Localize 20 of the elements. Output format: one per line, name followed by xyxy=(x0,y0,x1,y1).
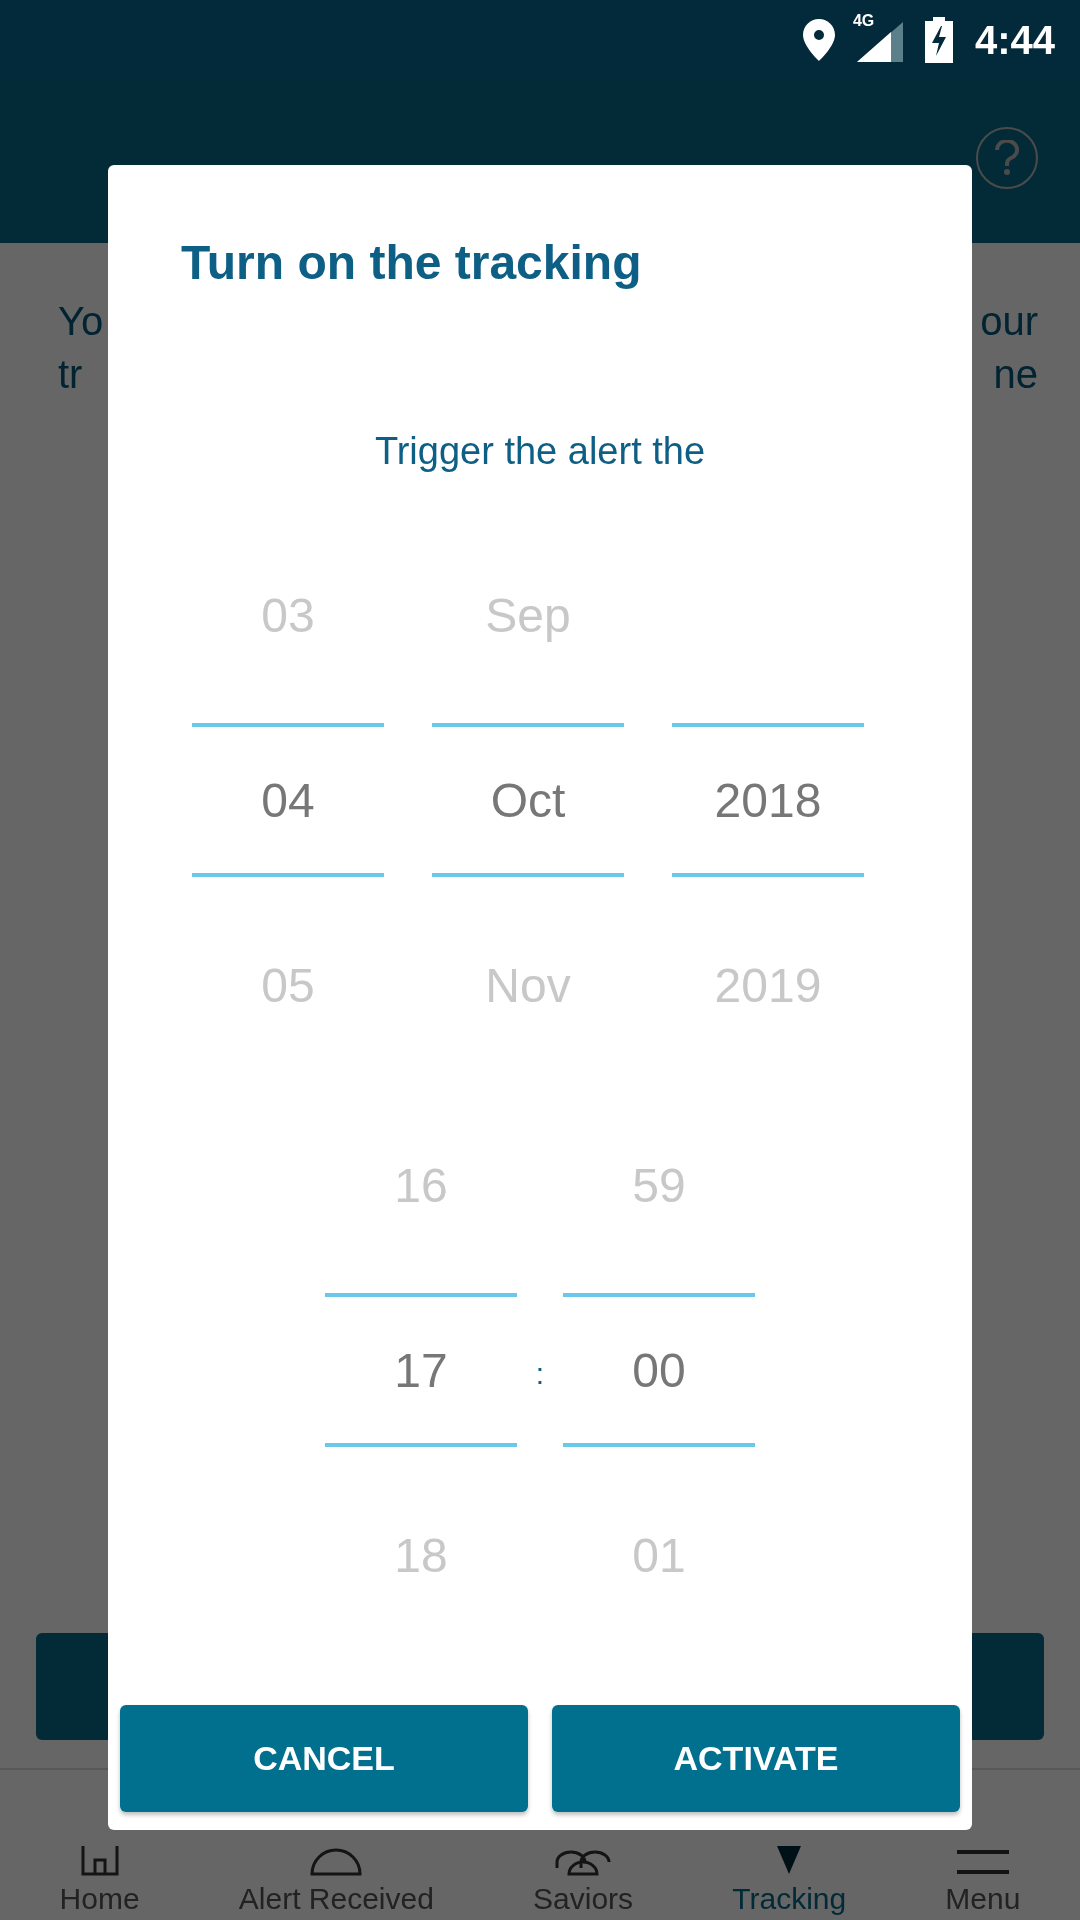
picker-selected-value[interactable]: 17 xyxy=(394,1342,448,1398)
time-separator: : xyxy=(534,1356,546,1391)
picker-selected-value[interactable]: 00 xyxy=(632,1342,686,1398)
picker-selected-value[interactable]: Oct xyxy=(490,772,566,828)
picker-selected-value[interactable]: 04 xyxy=(261,772,315,828)
cancel-button[interactable]: CANCEL xyxy=(120,1705,528,1812)
network-type: 4G xyxy=(852,12,875,30)
dialog-subtitle: Trigger the alert the xyxy=(373,429,707,474)
description-text: our xyxy=(980,298,1038,345)
dialog-title: Turn on the tracking xyxy=(181,235,643,291)
help-button[interactable] xyxy=(976,127,1038,189)
clock-time: 4:44 xyxy=(974,17,1055,63)
question-mark-icon xyxy=(995,140,1019,176)
description-text: Yo xyxy=(58,298,104,345)
description-text: ne xyxy=(993,351,1038,398)
battery-charging-icon xyxy=(924,17,953,63)
location-pin-icon xyxy=(802,19,835,61)
picker-selected-value[interactable]: 2018 xyxy=(714,772,822,828)
activate-button[interactable]: ACTIVATE xyxy=(552,1705,960,1812)
description-text: tr xyxy=(58,351,84,398)
